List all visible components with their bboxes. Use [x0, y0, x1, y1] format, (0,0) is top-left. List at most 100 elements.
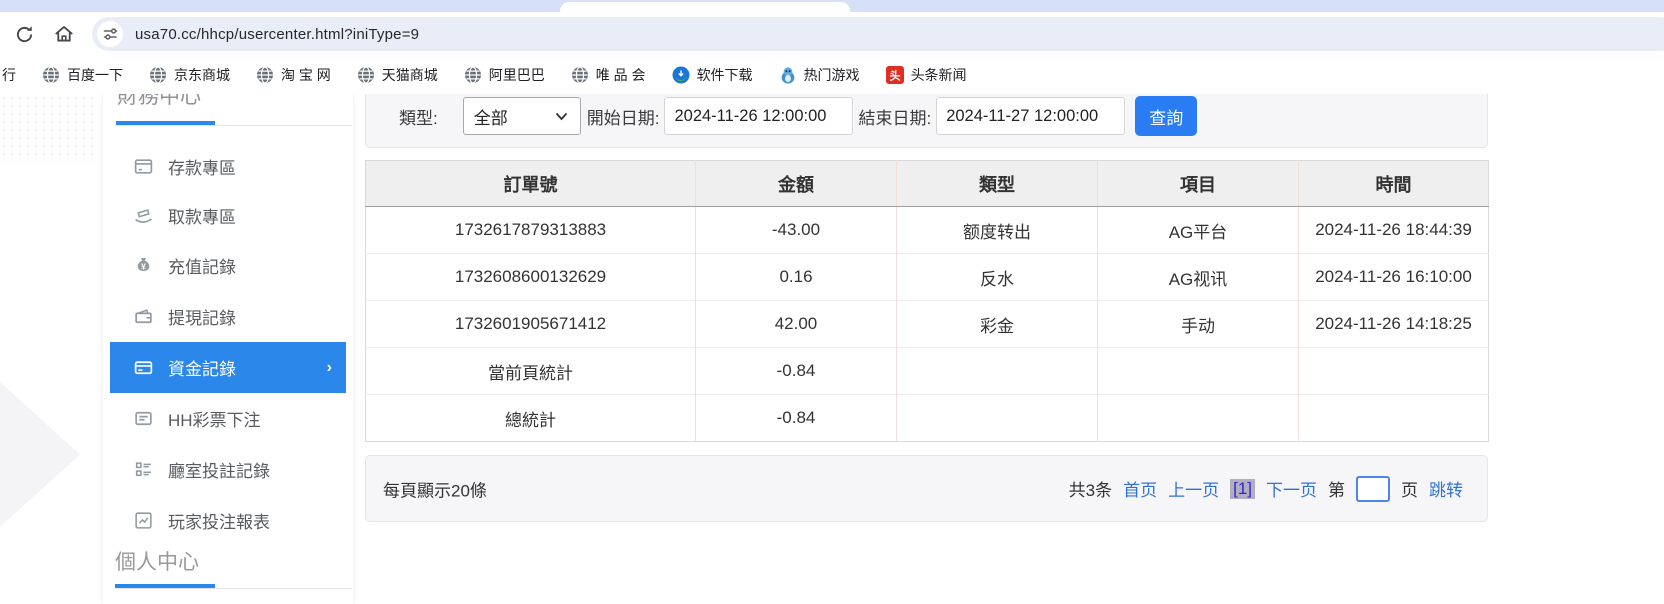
table-cell: 额度转出: [896, 206, 1098, 254]
home-icon: [55, 26, 73, 42]
sidebar-item-recharge[interactable]: ¥ 充值記錄: [103, 242, 353, 289]
svg-text:¥: ¥: [141, 261, 146, 271]
globe-favicon-icon: [357, 66, 375, 84]
sidebar-item-label: 取款專區: [168, 208, 236, 227]
table-cell: [1298, 347, 1489, 395]
table-header-row: 訂單號 金額 類型 項目 時間: [365, 160, 1489, 207]
funds-icon: [133, 357, 155, 379]
pagination: 共3条 首页 上一页 [1] 下一页 第 页 跳转: [1068, 475, 1463, 502]
finance-heading-divider: [115, 125, 352, 126]
bookmark-item[interactable]: 热门游戏: [779, 65, 860, 85]
table-row: 總統計 -0.84: [365, 394, 1489, 442]
page-size-label: 每頁顯示20條: [383, 481, 487, 500]
bookmark-item[interactable]: 头头条新闻: [885, 65, 967, 85]
bookmark-label: 软件下载: [696, 67, 753, 83]
sidebar-item-label: 充值記錄: [168, 258, 236, 277]
end-date-input[interactable]: [936, 97, 1126, 135]
bookmark-label: 淘 宝 网: [281, 67, 331, 83]
bookmark-item[interactable]: 阿里巴巴: [464, 65, 545, 85]
withdraw-icon: [133, 205, 155, 227]
table-cell: [1097, 347, 1299, 395]
globe-favicon-icon: [149, 66, 167, 84]
current-page-indicator[interactable]: [1]: [1230, 478, 1255, 499]
sidebar-item-hall[interactable]: 廳室投註記錄: [103, 446, 353, 493]
page-viewport: 財務中心 存款專區取款專區 ¥ 充值記錄提現記錄資金記錄 › HH彩票下注廳室投註記錄玩…: [0, 94, 1664, 604]
table-cell: AG平台: [1097, 206, 1299, 254]
table-cell: -0.84: [695, 394, 897, 442]
column-header: 類型: [896, 160, 1098, 207]
table-row: 1732617879313883 -43.00 额度转出 AG平台 2024-11-26…: [366, 206, 1489, 254]
penguin-favicon-icon: [779, 66, 797, 84]
prev-page-link[interactable]: 上一页: [1168, 476, 1219, 501]
sidebar-item-withdraw[interactable]: 取款專區: [103, 192, 353, 239]
table-row: 1732608600132629 0.16 反水 AG视讯 2024-11-26 16:…: [365, 253, 1489, 301]
column-header: 金額: [695, 160, 897, 207]
pager-bar: 每頁顯示20條 共3条 首页 上一页 [1] 下一页 第 页 跳转: [365, 455, 1488, 522]
personal-heading-divider: [115, 588, 352, 589]
table-cell: 42.00: [695, 300, 897, 348]
table-cell: 1732608600132629: [365, 253, 696, 301]
sidebar-item-funds[interactable]: 資金記錄 ›: [110, 342, 346, 393]
recharge-icon: ¥: [133, 255, 155, 277]
type-select[interactable]: 全部: [462, 97, 581, 135]
table-cell: 當前頁統計: [365, 347, 696, 395]
bookmark-item[interactable]: 唯 品 会: [571, 65, 646, 85]
sidebar: 財務中心 存款專區取款專區 ¥ 充值記錄提現記錄資金記錄 › HH彩票下注廳室投註記錄玩…: [103, 94, 353, 604]
table-cell: [896, 394, 1098, 442]
bookmark-label: 热门游戏: [803, 67, 860, 83]
globe-favicon-icon: [256, 66, 274, 84]
active-tab[interactable]: [560, 2, 850, 12]
table-cell: -0.84: [695, 347, 897, 395]
bookmarks-bar: 行 百度一下 京东商城 淘 宝 网 天猫商城 阿里巴巴 唯 品 会 软件下载 热门游戏 头头条新闻: [0, 56, 1664, 94]
dots-texture-decoration: [0, 94, 96, 162]
toutiao-favicon-icon: 头: [885, 66, 904, 84]
sidebar-section-personal: 個人中心: [115, 551, 199, 574]
jump-link[interactable]: 跳转: [1429, 476, 1463, 501]
total-count-label: 共3条: [1068, 481, 1113, 500]
column-header: 時間: [1298, 160, 1489, 207]
software-favicon-icon: [672, 66, 690, 84]
search-button[interactable]: 查詢: [1135, 96, 1198, 136]
bookmark-item[interactable]: 淘 宝 网: [256, 65, 331, 85]
report-icon: [133, 510, 155, 532]
sidebar-item-report[interactable]: 玩家投注報表: [103, 497, 353, 544]
url-bar[interactable]: usa70.cc/hhcp/usercenter.html?iniType=9: [92, 17, 1664, 51]
table-cell: [1298, 394, 1489, 442]
home-button[interactable]: [52, 22, 76, 46]
funds-record-table: 訂單號 金額 類型 項目 時間 1732617879313883 -43.00 额度转出 AG…: [365, 160, 1489, 442]
table-cell: 2024-11-26 18:44:39: [1298, 206, 1489, 254]
page-jump-input[interactable]: [1356, 475, 1390, 502]
sidebar-item-label: HH彩票下注: [168, 411, 261, 430]
browser-tab-strip: [0, 0, 1664, 12]
sidebar-item-label: 存款專區: [168, 159, 236, 178]
type-label: 類型:: [399, 108, 438, 128]
start-date-input[interactable]: [664, 97, 854, 135]
reload-button[interactable]: [12, 22, 36, 46]
filter-bar: 類型: 全部 開始日期: 結束日期: 查詢: [365, 94, 1488, 148]
bookmark-item[interactable]: 京东商城: [149, 65, 230, 85]
bookmark-item[interactable]: 百度一下: [42, 65, 123, 85]
bookmark-item[interactable]: 天猫商城: [357, 65, 438, 85]
table-cell: [896, 347, 1098, 395]
bookmark-label: 唯 品 会: [595, 67, 646, 83]
sidebar-item-lottery[interactable]: HH彩票下注: [103, 395, 353, 442]
type-select-value: 全部: [473, 108, 508, 128]
next-page-link[interactable]: 下一页: [1266, 476, 1317, 501]
table-cell: -43.00: [695, 206, 897, 254]
sidebar-section-finance: 財務中心: [117, 94, 201, 108]
site-info-chip[interactable]: [97, 21, 123, 47]
first-page-link[interactable]: 首页: [1123, 476, 1157, 501]
browser-toolbar: usa70.cc/hhcp/usercenter.html?iniType=9: [0, 12, 1664, 56]
bookmark-item[interactable]: 行: [2, 65, 16, 85]
sidebar-item-label: 資金記錄: [168, 360, 236, 379]
chevron-right-icon: ›: [326, 358, 332, 376]
jump-suffix-label: 页: [1401, 481, 1418, 500]
sidebar-item-deposit[interactable]: 存款專區: [103, 143, 353, 190]
url-text[interactable]: usa70.cc/hhcp/usercenter.html?iniType=9: [135, 26, 419, 43]
sidebar-item-cashout[interactable]: 提現記錄: [103, 293, 353, 340]
table-cell: AG视讯: [1097, 253, 1299, 301]
table-cell: [1097, 394, 1299, 442]
cashout-icon: [133, 306, 155, 328]
bookmark-label: 京东商城: [174, 67, 230, 83]
bookmark-item[interactable]: 软件下载: [672, 65, 753, 85]
